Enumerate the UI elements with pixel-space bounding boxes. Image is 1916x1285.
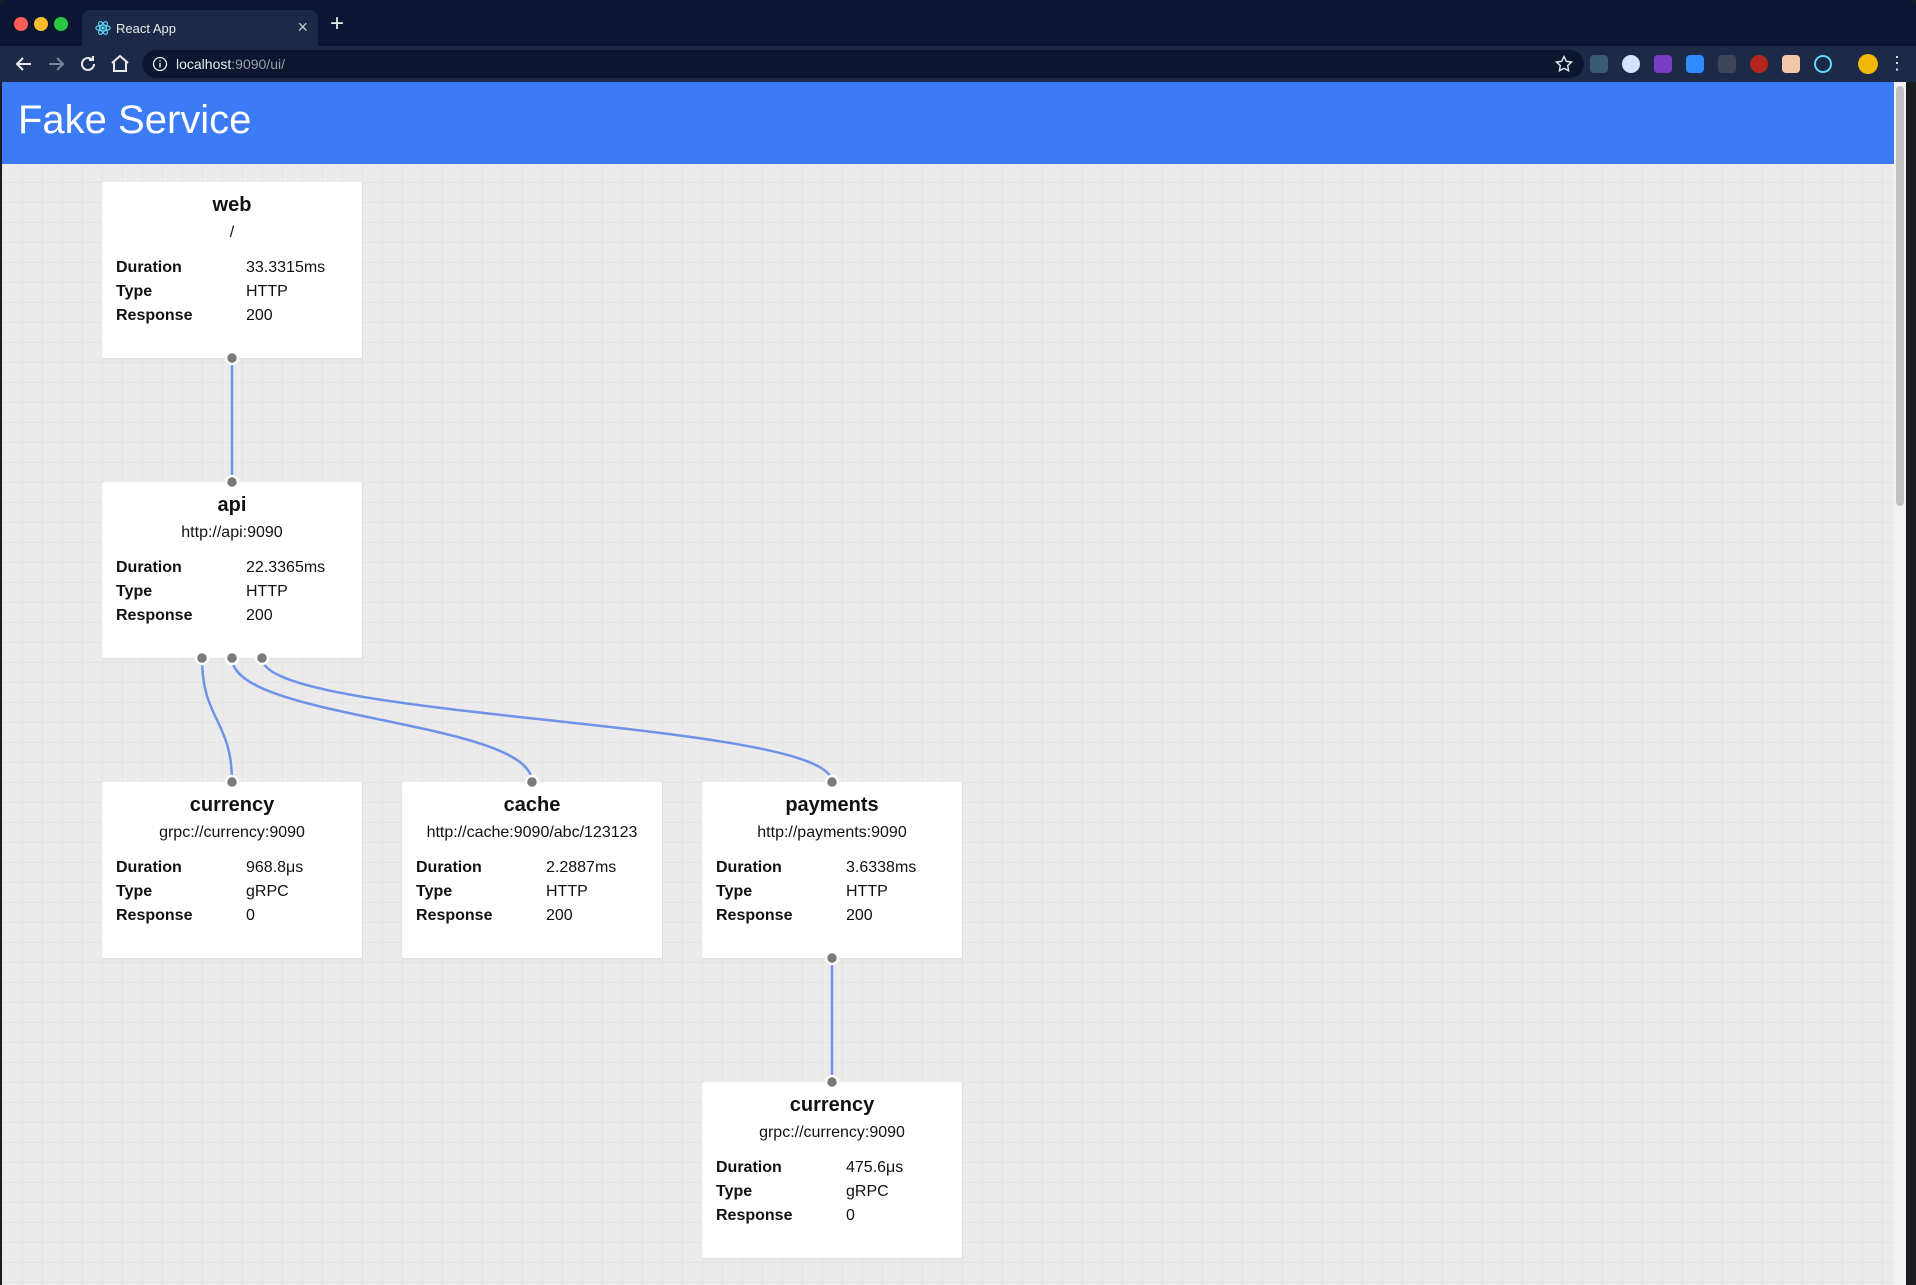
ublock-icon[interactable] [1750, 55, 1768, 73]
info-icon[interactable] [152, 56, 168, 72]
back-button[interactable] [12, 52, 36, 76]
port-out-api[interactable] [254, 650, 270, 666]
port-out-api[interactable] [194, 650, 210, 666]
port-in-cache[interactable] [524, 774, 540, 790]
react-devtools-icon[interactable] [1814, 55, 1832, 73]
port-in-currency1[interactable] [224, 774, 240, 790]
minimize-window-button[interactable] [34, 17, 48, 31]
port-in-payments[interactable] [824, 774, 840, 790]
tab-title: React App [116, 21, 176, 36]
home-icon [111, 54, 129, 72]
page-viewport: Fake Service web / Duration 33.3315ms Typ… [2, 82, 1906, 1285]
extension-search-icon[interactable] [1622, 55, 1640, 73]
extension-recycle-icon[interactable] [1590, 55, 1608, 73]
react-icon [95, 21, 111, 35]
onenote-icon[interactable] [1654, 55, 1672, 73]
port-in-api[interactable] [224, 474, 240, 490]
service-graph-ports [194, 350, 840, 1090]
address-bar[interactable]: localhost:9090/ui/ [142, 50, 1584, 78]
url-host: localhost [176, 56, 232, 72]
arrow-left-icon [15, 57, 31, 71]
url-text[interactable]: localhost:9090/ui/ [176, 56, 285, 72]
profile-avatar[interactable] [1858, 54, 1878, 74]
zoom-icon[interactable] [1686, 55, 1704, 73]
new-tab-button[interactable]: + [330, 12, 344, 36]
bookmark-star-icon[interactable] [1554, 54, 1574, 74]
port-out-web[interactable] [224, 350, 240, 366]
close-tab-icon[interactable]: × [297, 17, 308, 38]
browser-menu-icon[interactable]: ⋮ [1888, 54, 1906, 72]
port-out-payments[interactable] [824, 950, 840, 966]
arrow-right-icon [49, 57, 65, 71]
browser-tab[interactable]: React App × [82, 10, 318, 46]
close-window-button[interactable] [14, 17, 28, 31]
reload-icon [81, 56, 95, 71]
browser-toolbar: localhost:9090/ui/ ⋮ [0, 46, 1916, 82]
forward-button[interactable] [44, 52, 68, 76]
port-in-currency2[interactable] [824, 1074, 840, 1090]
picture-in-picture-icon[interactable] [1718, 55, 1736, 73]
browser-titlebar: React App × + [0, 0, 1916, 46]
url-path: :9090/ui/ [231, 56, 285, 72]
maximize-window-button[interactable] [54, 17, 68, 31]
home-button[interactable] [108, 52, 132, 76]
port-out-api[interactable] [224, 650, 240, 666]
reload-button[interactable] [76, 52, 100, 76]
extension-face-icon[interactable] [1782, 55, 1800, 73]
